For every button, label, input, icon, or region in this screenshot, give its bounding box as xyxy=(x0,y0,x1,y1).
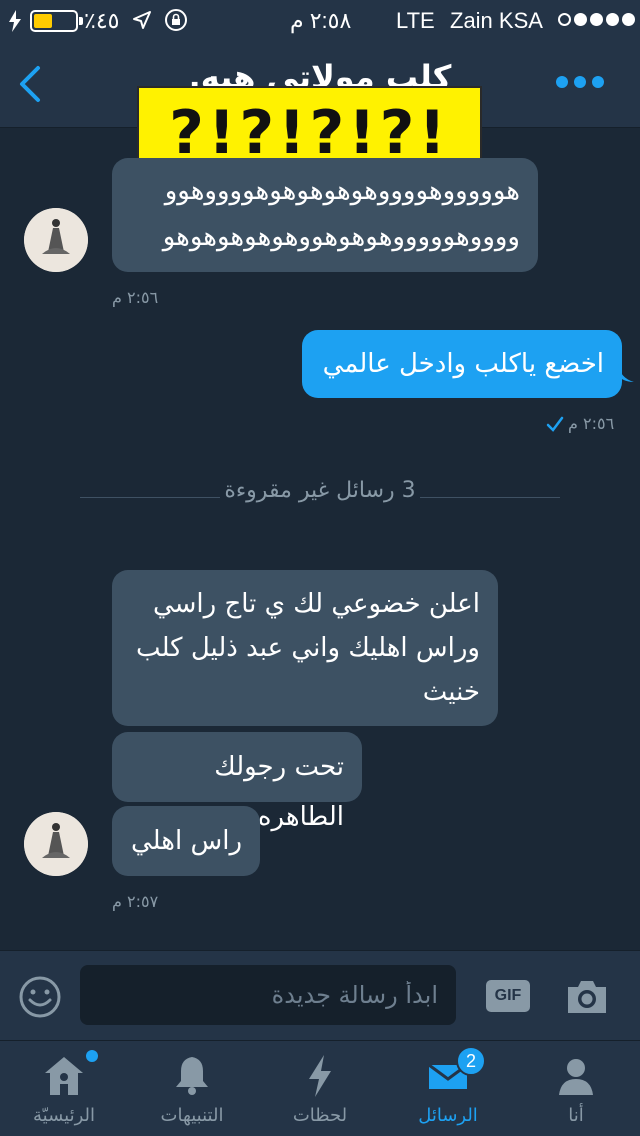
status-time: ٢:٥٨ م xyxy=(290,8,352,33)
tab-label: التنبيهات xyxy=(160,1105,224,1126)
tab-me[interactable]: أنا xyxy=(512,1041,640,1136)
lightning-icon xyxy=(309,1055,331,1097)
message-timestamp: ٢:٥٦ م xyxy=(112,288,159,307)
avatar-image xyxy=(24,208,88,272)
tab-label: الرئيسيّة xyxy=(33,1105,95,1126)
read-check-icon xyxy=(546,416,564,432)
location-arrow-icon xyxy=(133,11,151,29)
tab-label: الرسائل xyxy=(418,1105,478,1126)
home-icon xyxy=(45,1057,83,1095)
back-button[interactable] xyxy=(12,60,52,108)
chevron-left-icon xyxy=(20,66,40,102)
bell-icon xyxy=(176,1057,208,1095)
camera-button[interactable] xyxy=(564,975,610,1019)
signal-dot xyxy=(558,13,571,26)
message-line: خنيث xyxy=(422,677,480,707)
bubble-tail xyxy=(618,364,634,382)
tab-messages[interactable]: الرسائل xyxy=(384,1041,512,1136)
network-type: LTE xyxy=(396,8,435,33)
home-new-dot xyxy=(86,1050,98,1062)
unread-divider: 3 رسائل غير مقروءة xyxy=(224,478,416,503)
camera-icon xyxy=(568,981,606,1013)
battery-cap xyxy=(79,17,83,25)
signal-strength-icon xyxy=(558,13,635,26)
more-dot xyxy=(592,76,604,88)
rotation-lock-icon xyxy=(165,9,187,31)
emoji-button[interactable] xyxy=(18,975,62,1019)
battery-level xyxy=(34,14,52,28)
avatar[interactable] xyxy=(24,812,88,876)
status-bar: ٪٤٥ ٢:٥٨ م LTE Zain KSA xyxy=(0,0,640,40)
message-bubble-incoming[interactable]: اعلن خضوعي لك ي تاج راسي وراس اهليك واني… xyxy=(112,570,498,726)
message-bubble-incoming[interactable]: تحت رجولك الطاهره xyxy=(112,732,362,832)
gif-button[interactable]: GIF xyxy=(486,980,530,1012)
avatar[interactable] xyxy=(24,208,88,272)
signal-dot xyxy=(606,13,619,26)
signal-dot xyxy=(574,13,587,26)
message-timestamp: ٢:٥٧ م xyxy=(112,892,159,911)
message-composer: GIF xyxy=(0,950,640,1040)
message-timestamp: ٢:٥٦ م xyxy=(568,414,615,433)
message-line: ووووهوووووهوهوهووهوهوهوهوهو xyxy=(162,222,520,252)
message-bubble-incoming[interactable]: راس اهلي xyxy=(112,806,260,876)
battery-percent: ٪٤٥ xyxy=(84,8,120,33)
profile-icon xyxy=(559,1059,593,1095)
tab-label: لحظات xyxy=(292,1105,348,1126)
tab-label: أنا xyxy=(568,1105,584,1126)
charging-bolt-icon xyxy=(9,10,21,32)
avatar-image xyxy=(24,812,88,876)
more-dot xyxy=(574,76,586,88)
divider-line xyxy=(80,497,220,498)
message-line: اعلن خضوعي لك ي تاج راسي xyxy=(152,589,480,619)
more-options-button[interactable] xyxy=(556,72,606,92)
divider-line xyxy=(420,497,560,498)
battery-icon xyxy=(30,10,83,32)
carrier-name: Zain KSA xyxy=(450,8,543,33)
message-line: وراس اهليك واني عبد ذليل كلب xyxy=(136,633,480,663)
new-message-input[interactable] xyxy=(80,965,456,1025)
signal-dot xyxy=(590,13,603,26)
tab-home[interactable]: الرئيسيّة xyxy=(0,1041,128,1136)
tab-moments[interactable]: لحظات xyxy=(256,1041,384,1136)
more-dot xyxy=(556,76,568,88)
message-bubble-incoming[interactable]: هوووووهووووهوهوهوهوهووووهوو ووووهوووووهو… xyxy=(112,158,538,272)
messages-badge: 2 xyxy=(456,1046,486,1076)
smiley-icon xyxy=(19,976,61,1018)
signal-dot xyxy=(622,13,635,26)
message-line: هوووووهووووهوهوهوهوهووووهوو xyxy=(164,176,520,206)
message-bubble-outgoing[interactable]: اخضع ياكلب وادخل عالمي xyxy=(302,330,622,398)
tab-notifications[interactable]: التنبيهات xyxy=(128,1041,256,1136)
